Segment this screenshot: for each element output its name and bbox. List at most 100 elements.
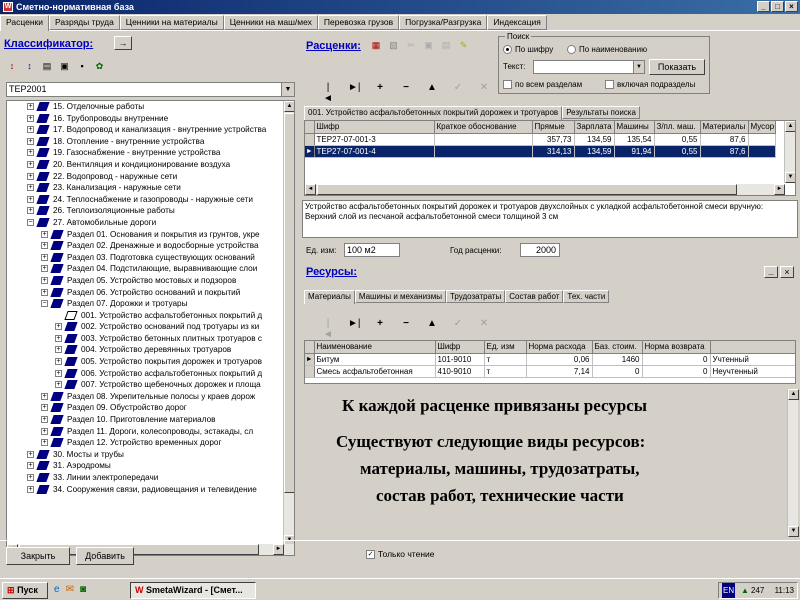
collapse-icon[interactable]: − [41, 300, 48, 308]
tree-node[interactable]: +17. Водопровод и канализация - внутренн… [7, 124, 294, 136]
table-row[interactable]: Смесь асфальтобетонная 410-9010 т 7,14 0 0 Неу… [305, 365, 795, 378]
copy-rate-icon[interactable]: ▣ [423, 39, 435, 51]
close-resources-button[interactable]: × [780, 266, 794, 278]
table-cell[interactable] [748, 145, 776, 158]
table-cell[interactable] [748, 133, 776, 146]
rates-column-header[interactable]: Машины [614, 121, 655, 134]
expand-icon[interactable]: + [55, 369, 62, 377]
minimize-button[interactable]: _ [757, 1, 770, 12]
table-cell[interactable]: 0 [642, 365, 711, 378]
cancel-record-icon[interactable]: ✕ [478, 82, 490, 104]
tree-node[interactable]: +33. Линии электропередачи [7, 472, 294, 484]
expand-icon[interactable]: + [41, 427, 48, 435]
tree-node[interactable]: − Раздел 07. Дорожки и тротуары [7, 298, 294, 310]
tree-node[interactable]: +007. Устройство щебеночных дорожек и пл… [7, 379, 294, 391]
expand-icon[interactable]: + [55, 358, 62, 366]
post-record-icon[interactable]: ✓ [452, 318, 464, 340]
expand-icon[interactable]: + [41, 276, 48, 284]
expand-icon[interactable]: + [27, 149, 34, 157]
tree-node[interactable]: +20. Вентиляция и кондиционирование возд… [7, 159, 294, 171]
tree-node[interactable]: + Раздел 05. Устройство мостовых и подзор… [7, 275, 294, 287]
resources-column-header[interactable]: Норма расхода [526, 341, 593, 354]
tree-node[interactable]: + Раздел 08. Укрепительные полосы у краев… [7, 391, 294, 403]
tree-node[interactable]: +002. Устройство оснований под тротуары … [7, 321, 294, 333]
expand-icon[interactable]: + [41, 392, 48, 400]
table-cell[interactable]: 7,14 [526, 365, 593, 378]
tab-rate-section[interactable]: 001. Устройство асфальтобетонных покрыти… [304, 106, 563, 120]
tree-node[interactable]: + Раздел 02. Дренажные и водосборные устр… [7, 240, 294, 252]
table-cell[interactable]: 135,54 [614, 133, 655, 146]
checkbox-checked-icon[interactable]: ✓ [366, 550, 375, 560]
expand-icon[interactable]: + [27, 172, 34, 180]
first-record-icon[interactable]: |◄ [322, 82, 334, 104]
tree-node[interactable]: + Раздел 06. Устройство оснований и покры… [7, 287, 294, 299]
rates-hscroll[interactable]: ◄ ► [305, 184, 785, 195]
tree-node[interactable]: + Раздел 01. Основания и покрытия из грун… [7, 229, 294, 241]
expand-icon[interactable]: + [27, 137, 34, 145]
cut-icon[interactable]: ✂ [405, 39, 417, 51]
export-icon[interactable]: ▧ [388, 39, 400, 51]
delete-record-icon[interactable]: − [400, 82, 412, 104]
hscroll-thumb[interactable] [317, 184, 737, 195]
tree-node[interactable]: + Раздел 12. Устройство временных дорог [7, 437, 294, 449]
tab-work-composition[interactable]: Состав работ [505, 290, 564, 303]
tab-search-results[interactable]: Результаты поиска [562, 106, 640, 119]
expand-icon[interactable]: + [41, 242, 48, 250]
table-cell[interactable]: Неучтенный [710, 365, 795, 378]
scroll-down-icon[interactable]: ▼ [785, 172, 795, 183]
rates-column-header[interactable]: З/пл. маш. [654, 121, 701, 134]
expand-icon[interactable]: + [27, 103, 34, 110]
filter-icon[interactable]: ↕ [24, 60, 36, 72]
edit-record-icon[interactable]: ▲ [426, 82, 438, 104]
expand-icon[interactable]: + [27, 474, 34, 481]
tree-node[interactable]: +19. Газоснабжение - внутренние устройст… [7, 147, 294, 159]
expand-icon[interactable]: + [27, 114, 34, 122]
last-record-icon[interactable]: ►| [348, 318, 361, 340]
tab-labor-grades[interactable]: Разряды труда [49, 15, 120, 30]
unit-field[interactable]: 100 м2 [344, 243, 400, 257]
table-cell[interactable]: 101-9010 [435, 353, 485, 366]
radio-off-icon[interactable] [567, 45, 576, 55]
tree-node[interactable]: +26. Теплоизоляционные работы [7, 205, 294, 217]
table-cell[interactable]: 0,55 [654, 133, 701, 146]
scroll-down-icon[interactable]: ▼ [788, 526, 799, 537]
rates-column-header[interactable]: Шифр [314, 121, 435, 134]
tree-node[interactable]: + Раздел 03. Подготовка существующих осно… [7, 252, 294, 264]
table-cell[interactable]: 0 [642, 353, 711, 366]
readonly-checkbox[interactable]: ✓ Только чтение [366, 549, 434, 560]
collapse-arrow-button[interactable]: → [114, 36, 132, 50]
tree-vscroll[interactable]: ▲ ▼ [283, 101, 294, 546]
rates-column-header[interactable]: Материалы [700, 121, 749, 134]
table-cell[interactable]: 357,73 [532, 133, 575, 146]
expand-icon[interactable]: + [41, 288, 48, 296]
task-smetawizard[interactable]: W SmetaWizard - [Смет... [130, 582, 256, 599]
tree-node[interactable]: 001. Устройство асфальтобетонных покрыти… [7, 310, 294, 322]
edit-record-icon[interactable]: ▲ [426, 318, 438, 340]
expand-icon[interactable]: + [27, 195, 34, 203]
expand-icon[interactable]: + [27, 450, 34, 458]
chevron-down-icon[interactable]: ▼ [281, 83, 294, 96]
minimize-resources-button[interactable]: _ [764, 266, 778, 278]
tree-settings-icon[interactable]: ✿ [94, 60, 106, 72]
table-cell[interactable]: 91,94 [614, 145, 655, 158]
start-button[interactable]: ⊞ Пуск [2, 582, 48, 599]
cancel-record-icon[interactable]: ✕ [478, 318, 490, 340]
table-cell[interactable]: ТЕР27-07-001-3 [314, 133, 435, 146]
expand-icon[interactable]: + [27, 462, 34, 470]
maximize-button[interactable]: □ [771, 1, 784, 12]
table-cell[interactable]: 0,06 [526, 353, 593, 366]
desktop-icon[interactable]: ◙ [80, 584, 86, 595]
search-input[interactable]: ▼ [533, 60, 645, 74]
resources-column-header[interactable]: Наименование [314, 341, 436, 354]
checkbox-icon[interactable] [503, 80, 512, 90]
expand-icon[interactable]: + [41, 416, 48, 424]
expand-icon[interactable]: + [41, 265, 48, 273]
resources-column-header[interactable]: Баз. стоим. [592, 341, 643, 354]
rates-column-header[interactable]: Краткое обоснование [434, 121, 533, 134]
expand-icon[interactable]: + [55, 323, 62, 331]
tree-node[interactable]: +15. Отделочные работы [7, 101, 294, 113]
post-record-icon[interactable]: ✓ [452, 82, 464, 104]
tree-node[interactable]: +31. Аэродромы [7, 460, 294, 472]
search-by-code[interactable]: По шифру [503, 45, 553, 55]
rates-column-header[interactable]: Зарплата [574, 121, 615, 134]
